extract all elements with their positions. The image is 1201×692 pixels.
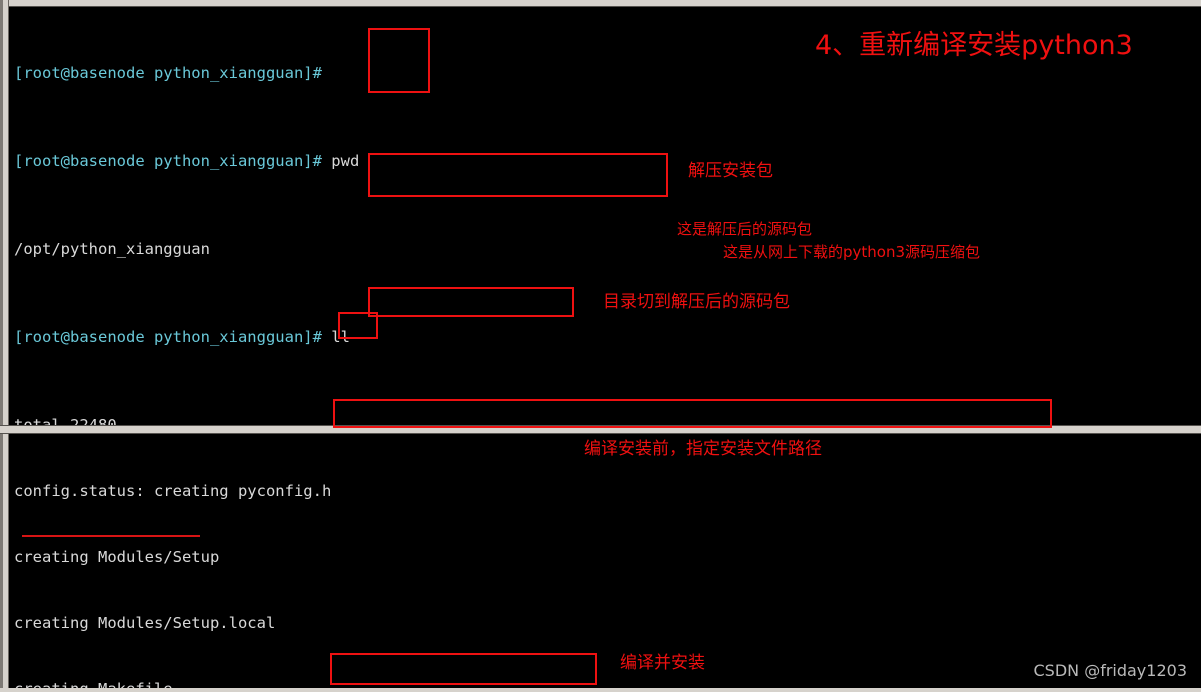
annotation-underline bbox=[22, 535, 200, 537]
screenshot-root: [root@basenode python_xiangguan]# [root@… bbox=[0, 0, 1201, 692]
shell-prompt: [root@basenode python_xiangguan]# bbox=[14, 152, 322, 170]
watermark: CSDN @friday1203 bbox=[1033, 661, 1187, 680]
annotation-tgz: 这是从网上下载的python3源码压缩包 bbox=[723, 243, 981, 261]
output-pwd-path: /opt/python_xiangguan bbox=[14, 240, 210, 258]
annotation-title: 4、重新编译安装python3 bbox=[815, 30, 1133, 61]
window-left-edge bbox=[0, 0, 9, 425]
output-total: total 22480 bbox=[14, 416, 117, 425]
terminal-top-text: [root@basenode python_xiangguan]# [root@… bbox=[14, 0, 1162, 425]
output-creating-setup: creating Modules/Setup bbox=[14, 548, 220, 566]
terminal-pane-top[interactable]: [root@basenode python_xiangguan]# [root@… bbox=[0, 0, 1201, 425]
annotation-cd: 目录切到解压后的源码包 bbox=[603, 292, 790, 312]
terminal-line: [root@basenode python_xiangguan]# ll bbox=[14, 326, 1162, 348]
shell-prompt: [root@basenode python_xiangguan]# bbox=[14, 328, 322, 346]
annotation-make: 编译并安装 bbox=[620, 653, 705, 673]
terminal-line: creating Modules/Setup bbox=[14, 546, 723, 568]
terminal-bottom-text: config.status: creating pyconfig.h creat… bbox=[14, 436, 723, 692]
pane-divider[interactable] bbox=[0, 425, 1201, 434]
terminal-line: creating Modules/Setup.local bbox=[14, 612, 723, 634]
command-pwd: pwd bbox=[331, 152, 360, 170]
annotation-unpack: 解压安装包 bbox=[688, 161, 773, 181]
annotation-prefix: 编译安装前，指定安装文件路径 bbox=[584, 439, 822, 459]
window-left-edge bbox=[0, 434, 9, 692]
output-creating-setup-local: creating Modules/Setup.local bbox=[14, 614, 276, 632]
terminal-line: [root@basenode python_xiangguan]# pwd bbox=[14, 150, 1162, 172]
window-bottom-strip bbox=[0, 688, 1201, 692]
terminal-pane-bottom[interactable]: config.status: creating pyconfig.h creat… bbox=[0, 434, 1201, 692]
shell-prompt: [root@basenode python_xiangguan]# bbox=[14, 64, 322, 82]
terminal-line: /opt/python_xiangguan bbox=[14, 238, 1162, 260]
terminal-line: [root@basenode python_xiangguan]# bbox=[14, 62, 1162, 84]
terminal-line: total 22480 bbox=[14, 414, 1162, 425]
terminal-line: config.status: creating pyconfig.h bbox=[14, 480, 723, 502]
output-config-status: config.status: creating pyconfig.h bbox=[14, 482, 332, 500]
command-ll: ll bbox=[331, 328, 350, 346]
annotation-source-dir: 这是解压后的源码包 bbox=[677, 220, 813, 238]
